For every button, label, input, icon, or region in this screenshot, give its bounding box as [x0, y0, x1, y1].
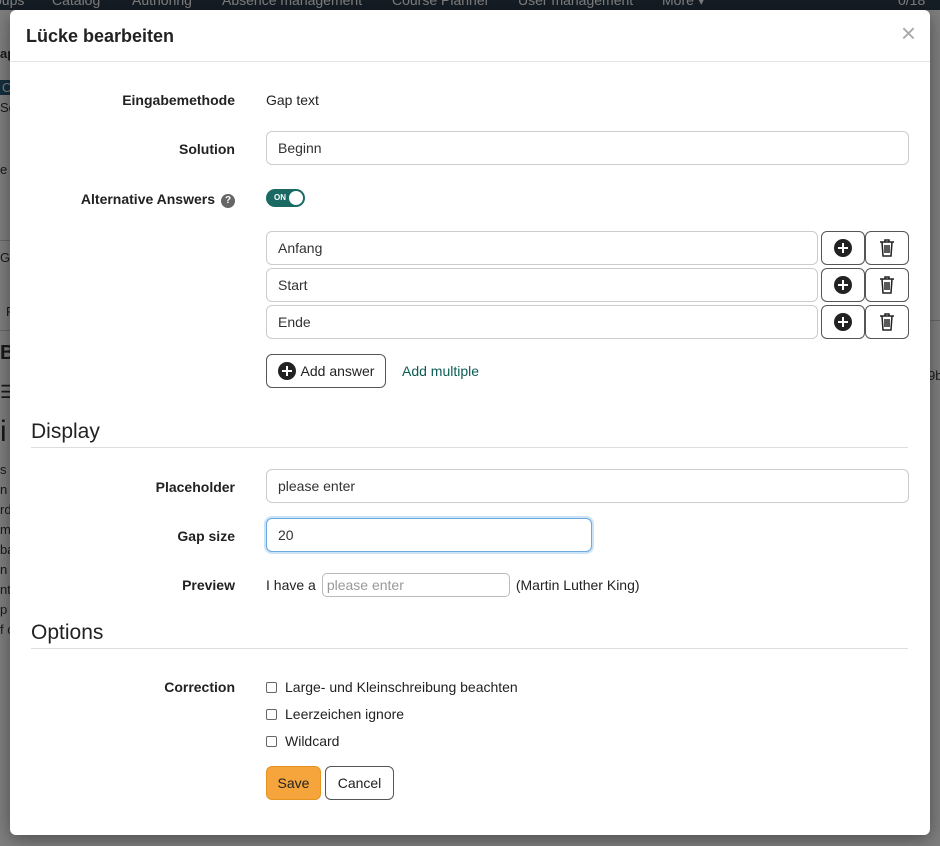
checkbox-item[interactable]: Leerzeichen ignore [266, 706, 404, 722]
close-icon[interactable]: × [901, 20, 916, 46]
edit-gap-dialog: Lücke bearbeiten × Eingabemethode Gap te… [10, 10, 930, 835]
solution-input[interactable]: Beginn [266, 131, 909, 165]
alternative-input[interactable]: Start [266, 268, 818, 302]
delete-alternative-button[interactable] [865, 231, 909, 265]
add-answer-label: Add answer [300, 363, 375, 379]
add-alternative-button[interactable] [821, 268, 865, 302]
plus-circle-icon [834, 313, 852, 331]
alternative-input[interactable]: Anfang [266, 231, 818, 265]
alternative-input[interactable]: Ende [266, 305, 818, 339]
trash-icon [880, 239, 894, 257]
dialog-title: Lücke bearbeiten [26, 26, 175, 46]
cancel-button[interactable]: Cancel [325, 766, 394, 800]
add-multiple-link[interactable]: Add multiple [402, 363, 479, 379]
delete-alternative-button[interactable] [865, 268, 909, 302]
preview-label: Preview [182, 577, 235, 593]
placeholder-input[interactable]: please enter [266, 469, 909, 503]
section-divider [31, 648, 908, 649]
placeholder-label: Placeholder [155, 479, 235, 495]
add-alternative-button[interactable] [821, 305, 865, 339]
plus-circle-icon [834, 239, 852, 257]
checkbox[interactable] [266, 708, 277, 720]
preview-text-after: (Martin Luther King) [515, 577, 640, 593]
toggle-label: ON [274, 193, 286, 202]
alternative-answers-label: Alternative Answers? [81, 191, 235, 208]
options-section-title: Options [31, 621, 104, 644]
checkbox-item[interactable]: Large- und Kleinschreibung beachten [266, 679, 518, 695]
dialog-header: Lücke bearbeiten × [10, 10, 930, 62]
checkbox[interactable] [266, 681, 277, 693]
section-divider [31, 447, 908, 448]
trash-icon [880, 276, 894, 294]
add-alternative-button[interactable] [821, 231, 865, 265]
help-icon[interactable]: ? [221, 194, 235, 208]
display-section-title: Display [31, 420, 100, 443]
solution-label: Solution [179, 141, 235, 157]
input-method-value: Gap text [266, 92, 319, 108]
preview-text-before: I have a [266, 577, 316, 593]
alternative-answers-label-text: Alternative Answers [80, 191, 215, 207]
trash-icon [880, 313, 894, 331]
preview-content: I have a please enter (Martin Luther Kin… [266, 573, 640, 597]
checkbox-label[interactable]: Large- und Kleinschreibung beachten [285, 679, 518, 695]
preview-gap-input[interactable]: please enter [321, 573, 510, 597]
correction-label: Correction [164, 679, 235, 695]
delete-alternative-button[interactable] [865, 305, 909, 339]
checkbox-label[interactable]: Leerzeichen ignore [285, 706, 404, 722]
toggle-knob [289, 191, 303, 205]
gap-size-input[interactable]: 20 [266, 518, 592, 552]
input-method-label: Eingabemethode [122, 92, 235, 108]
alternative-answers-toggle[interactable]: ON [266, 189, 305, 207]
plus-circle-icon [277, 362, 296, 380]
add-answer-button[interactable]: Add answer [266, 354, 386, 388]
checkbox[interactable] [266, 735, 277, 747]
gap-size-label: Gap size [177, 528, 235, 544]
checkbox-label[interactable]: Wildcard [285, 733, 339, 749]
save-button[interactable]: Save [266, 766, 321, 800]
plus-circle-icon [834, 276, 852, 294]
checkbox-item[interactable]: Wildcard [266, 733, 339, 749]
